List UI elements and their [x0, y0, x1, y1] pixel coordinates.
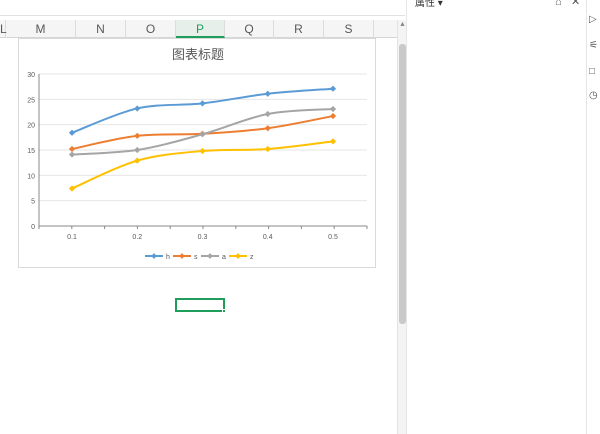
column-P[interactable]: P [176, 20, 225, 38]
x-tick-label: 0.3 [198, 234, 208, 241]
x-tick-label: 0.1 [67, 234, 77, 241]
x-tick-label: 0.5 [328, 234, 338, 241]
data-point-z [68, 185, 76, 192]
data-point-z [329, 138, 337, 145]
selected-cell[interactable] [175, 298, 226, 313]
scrollbar-thumb[interactable] [399, 44, 406, 324]
formula-bar[interactable] [0, 0, 405, 16]
legend-marker-a [207, 253, 213, 259]
data-point-h [68, 129, 76, 136]
column-O[interactable]: O [126, 20, 176, 38]
legend-marker-z [235, 253, 241, 259]
data-point-h [134, 105, 141, 112]
panel-title-text: 属性 [415, 0, 435, 9]
data-point-z [264, 145, 271, 153]
column-M[interactable]: M [6, 20, 76, 38]
legend-label-s: s [194, 254, 198, 261]
data-point-a [264, 110, 271, 118]
close-icon[interactable]: ✕ [571, 0, 580, 8]
timer-icon[interactable]: ◷ [589, 90, 598, 101]
data-point-a [199, 131, 206, 138]
data-point-a [329, 105, 337, 113]
shape-icon[interactable]: □ [589, 66, 595, 77]
data-point-h [264, 90, 271, 97]
fill-handle[interactable] [222, 309, 226, 313]
x-tick-label: 0.4 [263, 234, 273, 241]
data-point-z [199, 147, 206, 155]
data-point-z [134, 157, 141, 164]
vertical-scrollbar[interactable]: ▲ [397, 20, 406, 434]
legend-label-z: z [250, 254, 254, 261]
y-tick-label: 30 [27, 72, 35, 79]
y-tick-label: 0 [31, 224, 35, 231]
y-tick-label: 5 [31, 199, 35, 206]
legend-label-a: a [222, 254, 226, 261]
cursor-icon[interactable]: ▷ [589, 14, 597, 25]
data-point-h [329, 85, 337, 92]
scroll-up-arrow-icon[interactable]: ▲ [399, 21, 406, 29]
line-chart: 图表标题 0 5 10 15 20 25 30 0.1 0.2 0.3 0.4 0.5 h s a z [27, 48, 368, 261]
chevron-down-icon: ▾ [437, 0, 443, 9]
data-point-s [68, 145, 76, 153]
legend-marker-s [179, 253, 185, 259]
panel-title[interactable]: 属性 ▾ [415, 0, 443, 9]
spreadsheet-area[interactable]: L M N O P Q R S 图表标题 0 5 10 15 20 25 30 0.1 0.2 0.… [0, 0, 405, 434]
y-tick-label: 10 [27, 173, 35, 180]
chart-container[interactable]: 图表标题 0 5 10 15 20 25 30 0.1 0.2 0.3 0.4 0.5 h s a z [18, 38, 376, 268]
settings-icon[interactable]: ⚟ [589, 40, 598, 51]
x-tick-label: 0.2 [132, 234, 142, 241]
property-panel: 属性 ▾ ⌂ ✕ [406, 0, 586, 434]
data-point-s [264, 125, 271, 132]
legend-marker-h [151, 253, 157, 259]
legend-label-h: h [166, 254, 170, 261]
column-Q[interactable]: Q [225, 20, 274, 38]
chart-title: 图表标题 [172, 48, 224, 63]
data-point-h [199, 100, 206, 107]
data-point-s [134, 132, 141, 139]
y-tick-label: 15 [27, 148, 35, 155]
pin-icon[interactable]: ⌂ [555, 0, 562, 8]
y-tick-label: 25 [27, 97, 35, 104]
side-toolbar: ▷ ⚟ □ ◷ [586, 0, 600, 434]
column-R[interactable]: R [274, 20, 324, 38]
data-point-s [329, 112, 337, 120]
column-S[interactable]: S [324, 20, 374, 38]
y-tick-label: 20 [27, 123, 35, 130]
column-header: L M N O P Q R S [0, 20, 397, 38]
data-point-a [134, 146, 141, 154]
column-N[interactable]: N [76, 20, 126, 38]
data-point-a [68, 151, 76, 158]
